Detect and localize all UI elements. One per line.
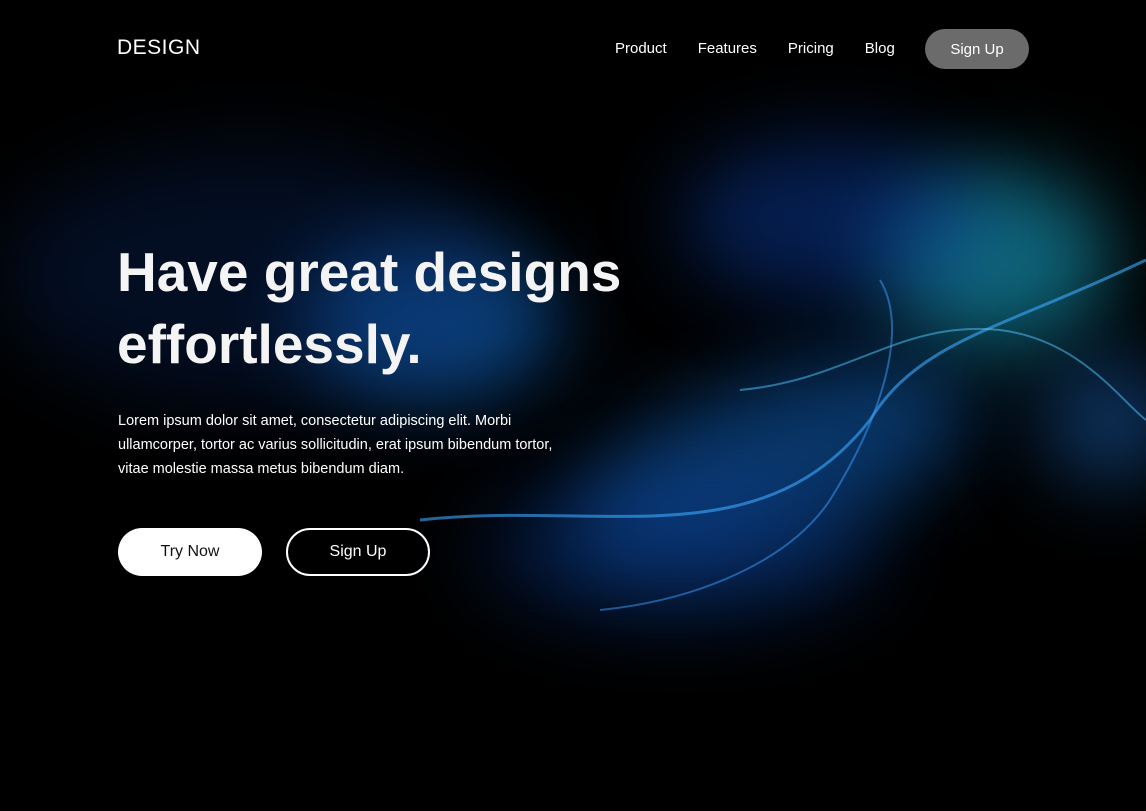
logo[interactable]: DESIGN (117, 36, 201, 60)
hero-background-waves (0, 0, 1146, 811)
try-now-button[interactable]: Try Now (118, 528, 262, 576)
hero-description: Lorem ipsum dolor sit amet, consectetur … (118, 413, 553, 477)
nav-link-pricing[interactable]: Pricing (788, 40, 834, 57)
hero-sign-up-button[interactable]: Sign Up (286, 528, 430, 576)
top-navigation: DESIGN Product Features Pricing Blog Sig… (0, 0, 1146, 98)
nav-link-blog[interactable]: Blog (865, 40, 895, 57)
nav-link-product[interactable]: Product (615, 40, 667, 57)
nav-sign-up-button[interactable]: Sign Up (925, 29, 1029, 69)
nav-link-features[interactable]: Features (698, 40, 757, 57)
hero-title: Have great designs effortlessly. (117, 241, 622, 375)
